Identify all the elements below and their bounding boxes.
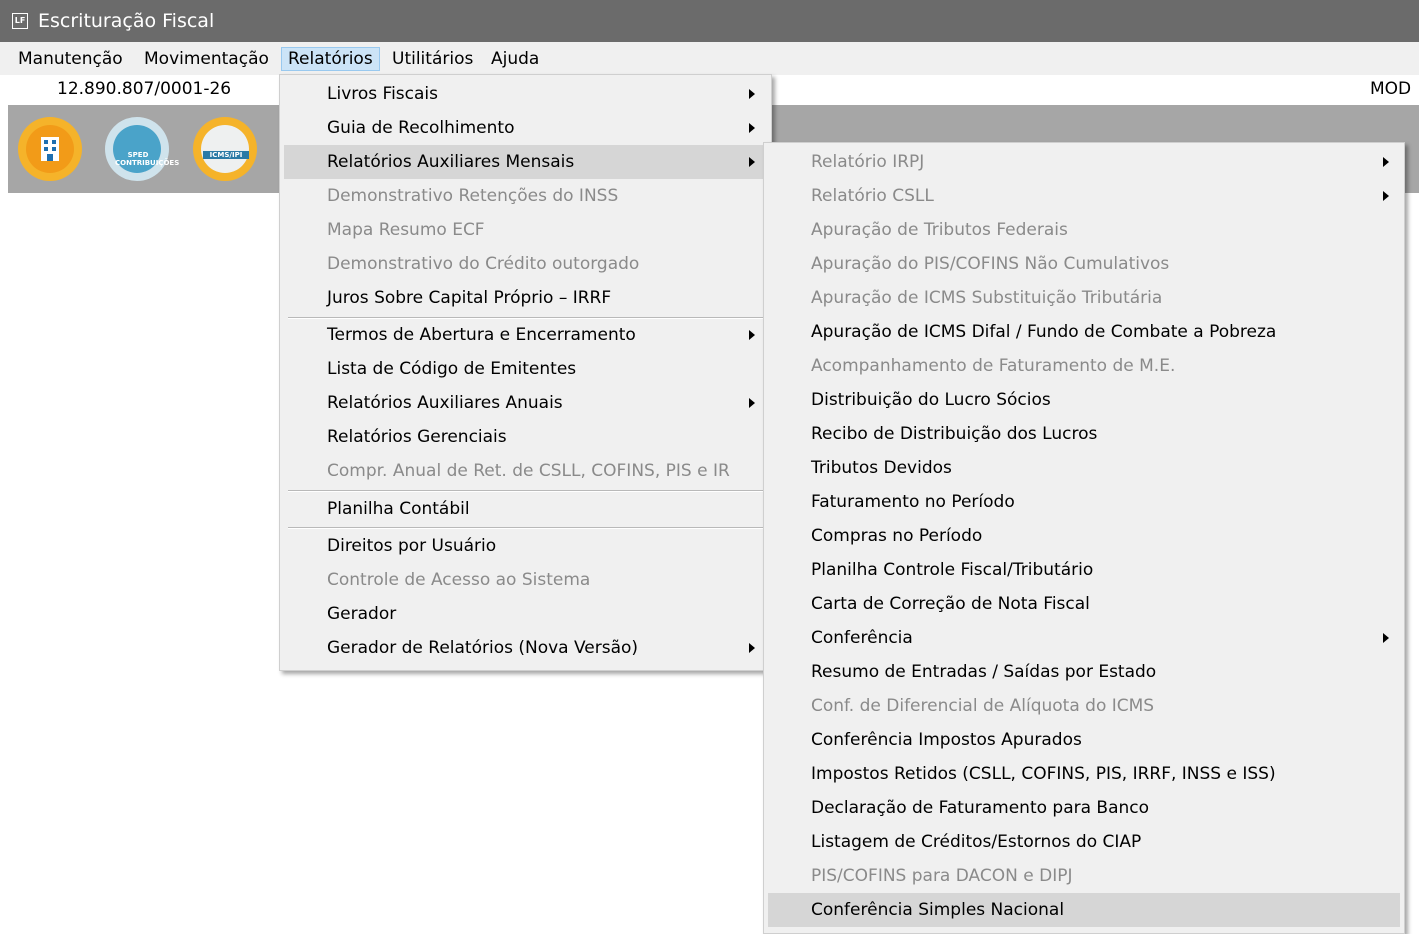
window-title: Escrituração Fiscal [38,10,215,32]
submenu-arrow-icon [749,643,755,653]
submenu-arrow-icon [749,157,755,167]
menu-item-relatorios-auxiliares-anuais[interactable]: Relatórios Auxiliares Anuais [280,386,771,420]
app-icon: LF [12,13,28,29]
submenu-arrow-icon [749,123,755,133]
menu-item-termos-abertura[interactable]: Termos de Abertura e Encerramento [280,318,771,352]
submenu-item-declaracao-faturamento-banco[interactable]: Declaração de Faturamento para Banco [764,791,1404,825]
submenu-item-tributos-devidos[interactable]: Tributos Devidos [764,451,1404,485]
submenu-item-conferencia-impostos-apurados[interactable]: Conferência Impostos Apurados [764,723,1404,757]
menu-item-compr-anual-ret[interactable]: Compr. Anual de Ret. de CSLL, COFINS, PI… [280,454,771,488]
menu-item-guia-recolhimento[interactable]: Guia de Recolhimento [280,111,771,145]
submenu-arrow-icon [749,89,755,99]
menu-utilitarios[interactable]: Utilitários [386,47,479,71]
menu-item-livros-fiscais[interactable]: Livros Fiscais [280,77,771,111]
submenu-item-faturamento-periodo[interactable]: Faturamento no Período [764,485,1404,519]
submenu-arrow-icon [1383,633,1389,643]
menu-item-relatorios-auxiliares-mensais[interactable]: Relatórios Auxiliares Mensais [284,145,767,179]
submenu-item-carta-correcao[interactable]: Carta de Correção de Nota Fiscal [764,587,1404,621]
submenu-arrow-icon [1383,191,1389,201]
submenu-arrow-icon [749,398,755,408]
submenu-item-planilha-controle-fiscal[interactable]: Planilha Controle Fiscal/Tributário [764,553,1404,587]
menu-item-controle-acesso[interactable]: Controle de Acesso ao Sistema [280,563,771,597]
submenu-item-apuracao-pis-cofins[interactable]: Apuração do PIS/COFINS Não Cumulativos [764,247,1404,281]
submenu-item-compras-periodo[interactable]: Compras no Período [764,519,1404,553]
submenu-item-resumo-entradas-saidas[interactable]: Resumo de Entradas / Saídas por Estado [764,655,1404,689]
title-bar: LF Escrituração Fiscal [0,0,1419,42]
menu-item-mapa-resumo-ecf[interactable]: Mapa Resumo ECF [280,213,771,247]
submenu-item-acompanhamento-faturamento[interactable]: Acompanhamento de Faturamento de M.E. [764,349,1404,383]
submenu-item-apuracao-icms-difal[interactable]: Apuração de ICMS Difal / Fundo de Combat… [764,315,1404,349]
submenu-item-recibo-distribuicao[interactable]: Recibo de Distribuição dos Lucros [764,417,1404,451]
submenu-item-distribuicao-lucro[interactable]: Distribuição do Lucro Sócios [764,383,1404,417]
menu-relatorios[interactable]: Relatórios [281,47,380,71]
menu-ajuda[interactable]: Ajuda [485,47,545,71]
menu-item-gerador[interactable]: Gerador [280,597,771,631]
menu-item-juros-capital-proprio[interactable]: Juros Sobre Capital Próprio – IRRF [280,281,771,315]
company-button[interactable] [18,117,82,181]
sped-contribuicoes-button[interactable]: SPED CONTRIBUIÇÕES [105,117,179,181]
menu-bar: Manutenção Movimentação Relatórios Utili… [0,42,1419,75]
left-edge [0,75,8,922]
submenu-item-apuracao-tributos-federais[interactable]: Apuração de Tributos Federais [764,213,1404,247]
submenu-item-conferencia[interactable]: Conferência [764,621,1404,655]
submenu-item-impostos-retidos[interactable]: Impostos Retidos (CSLL, COFINS, PIS, IRR… [764,757,1404,791]
relatorios-menu: Livros Fiscais Guia de Recolhimento Rela… [279,74,772,671]
icms-ipi-icon: ICMS/IPI [201,125,249,173]
submenu-item-apuracao-icms-st[interactable]: Apuração de ICMS Substituição Tributária [764,281,1404,315]
mod-label: MOD [1370,79,1412,99]
cnpj-label: 12.890.807/0001-26 [57,79,232,99]
menu-item-demonstrativo-credito-outorgado[interactable]: Demonstrativo do Crédito outorgado [280,247,771,281]
menu-movimentacao[interactable]: Movimentação [138,47,275,71]
menu-item-relatorios-gerenciais[interactable]: Relatórios Gerenciais [280,420,771,454]
submenu-item-listagem-creditos-ciap[interactable]: Listagem de Créditos/Estornos do CIAP [764,825,1404,859]
icms-ipi-button[interactable]: ICMS/IPI [193,117,257,181]
submenu-arrow-icon [1383,157,1389,167]
submenu-item-relatorio-irpj[interactable]: Relatório IRPJ [764,145,1404,179]
menu-item-demonstrativo-retencoes-inss[interactable]: Demonstrativo Retenções do INSS [280,179,771,213]
company-icon [26,125,74,173]
menu-item-gerador-relatorios-nova-versao[interactable]: Gerador de Relatórios (Nova Versão) [280,631,771,665]
submenu-arrow-icon [749,330,755,340]
menu-item-direitos-usuario[interactable]: Direitos por Usuário [280,529,771,563]
menu-item-planilha-contabil[interactable]: Planilha Contábil [280,492,771,526]
sped-contribuicoes-icon: SPED CONTRIBUIÇÕES [113,125,179,173]
menu-item-lista-codigo-emitentes[interactable]: Lista de Código de Emitentes [280,352,771,386]
relatorios-mensais-submenu: Relatório IRPJ Relatório CSLL Apuração d… [763,142,1405,934]
menu-manutencao[interactable]: Manutenção [12,47,129,71]
submenu-item-conf-diferencial-aliquota[interactable]: Conf. de Diferencial de Alíquota do ICMS [764,689,1404,723]
submenu-item-relatorio-csll[interactable]: Relatório CSLL [764,179,1404,213]
submenu-item-pis-cofins-dacon[interactable]: PIS/COFINS para DACON e DIPJ [764,859,1404,893]
